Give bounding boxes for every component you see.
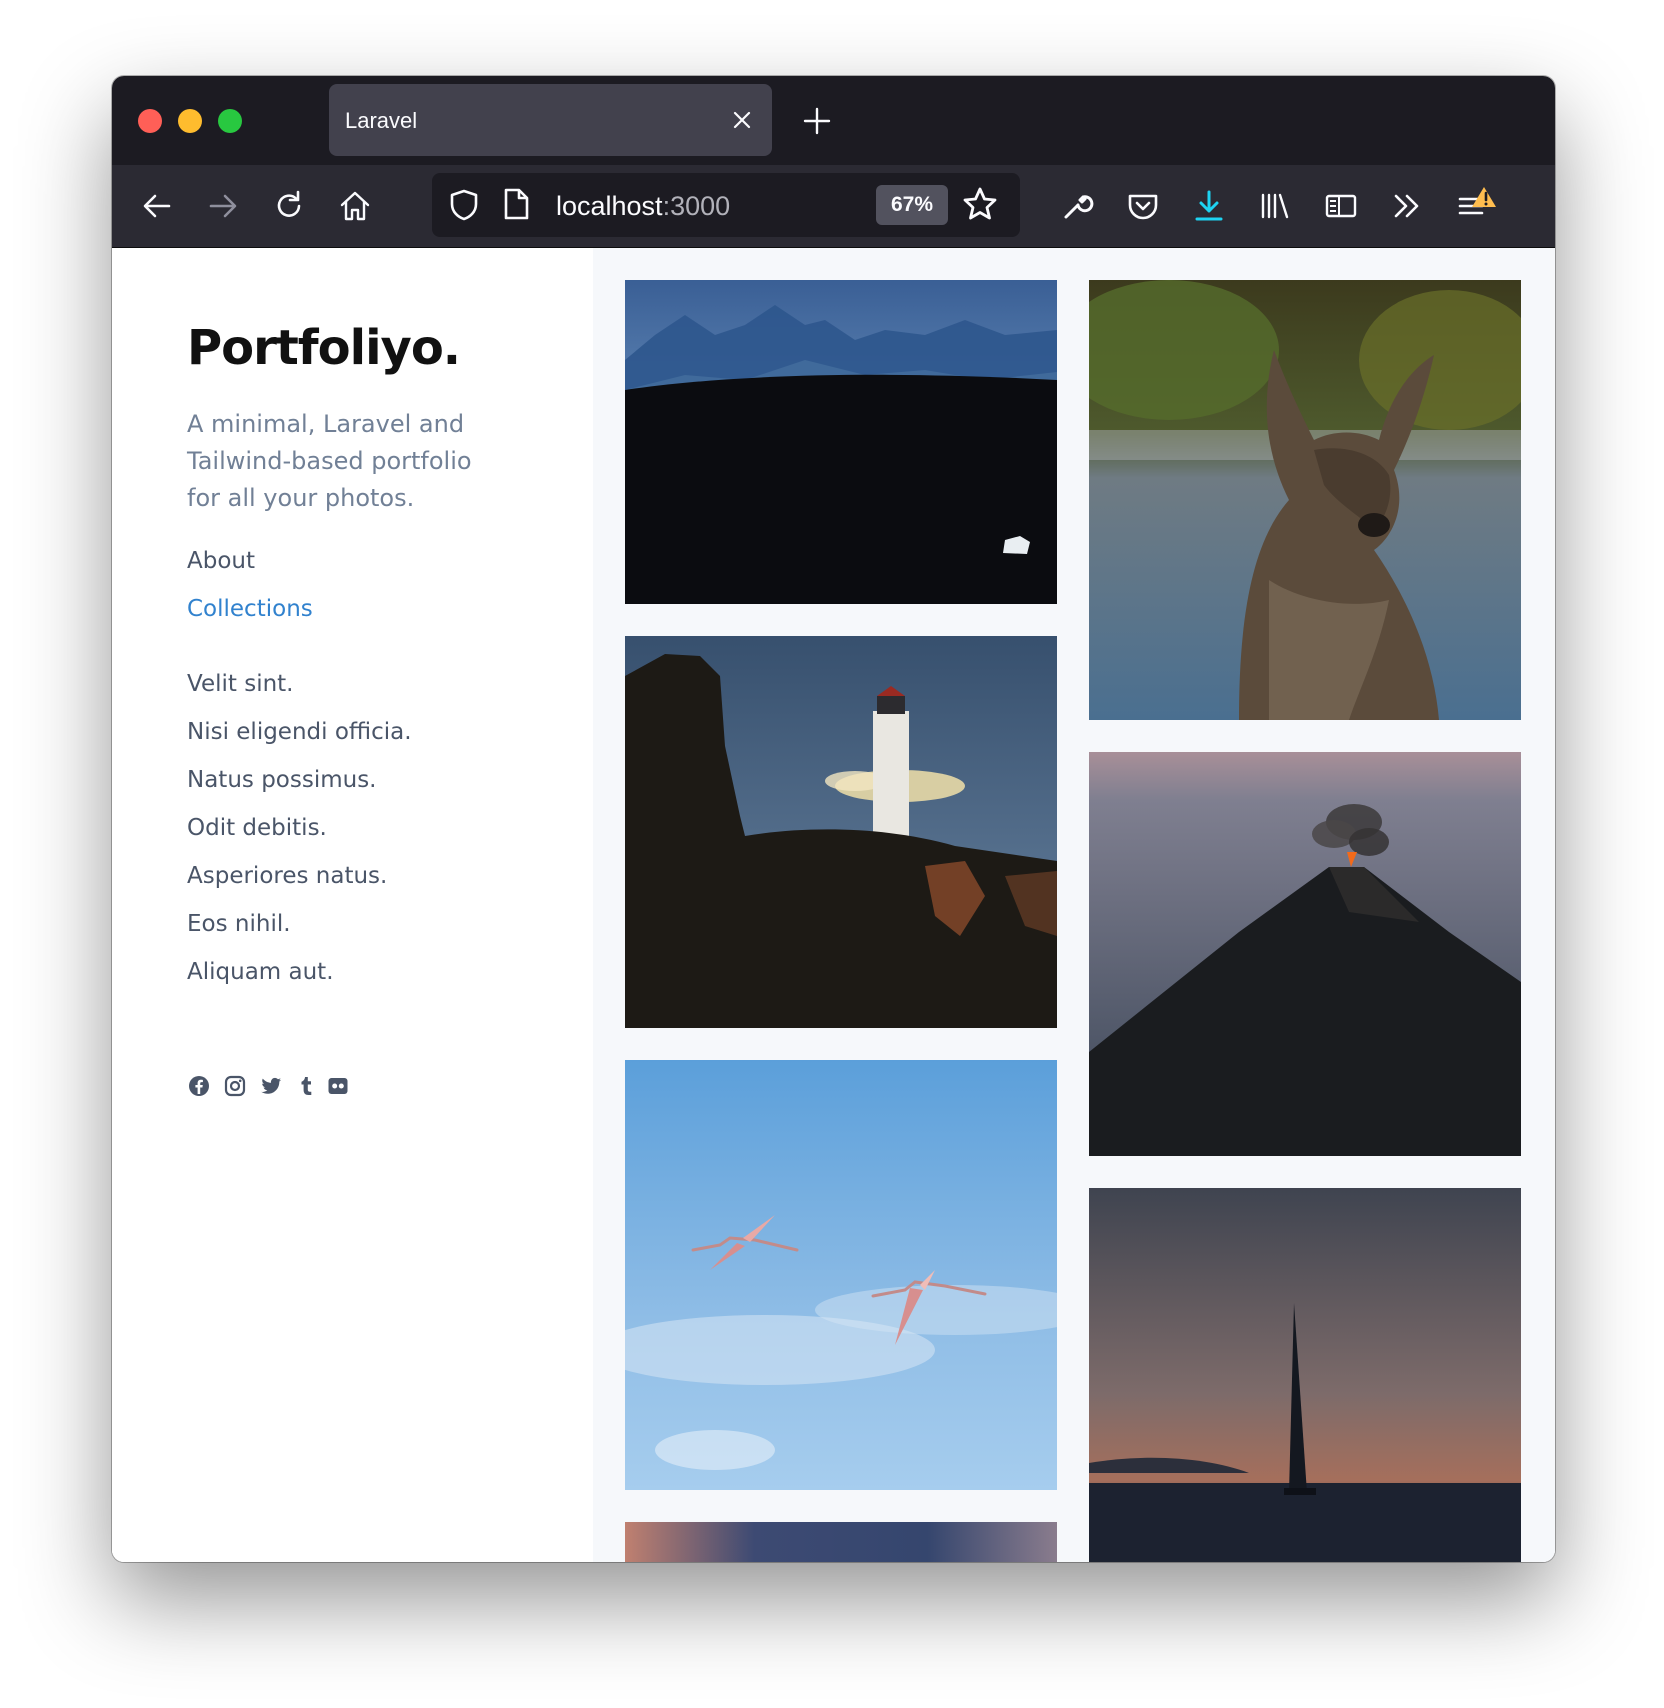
reload-icon[interactable] [270, 187, 308, 225]
instagram-icon[interactable] [223, 1074, 247, 1098]
tab-strip: Laravel [112, 76, 1555, 165]
photo-tile[interactable] [1089, 280, 1521, 720]
url-port: :3000 [662, 191, 731, 221]
collection-link[interactable]: Odit debitis. [187, 815, 327, 841]
site-tagline: A minimal, Laravel and Tailwind-based po… [187, 410, 472, 512]
bookmark-star-icon[interactable] [962, 186, 998, 222]
close-window-button[interactable] [138, 109, 162, 133]
tab-laravel[interactable]: Laravel [329, 84, 772, 156]
collection-link[interactable]: Natus possimus. [187, 767, 377, 793]
browser-window: Laravel localhost:3000 67% Portfoliyo. A… [112, 76, 1555, 1562]
url-text[interactable]: localhost:3000 [556, 191, 730, 222]
url-host: localhost [556, 191, 663, 221]
site-logo[interactable]: Portfoliyo. [187, 320, 461, 376]
forward-arrow-icon[interactable] [204, 187, 242, 225]
home-icon[interactable] [336, 187, 374, 225]
navigation-toolbar: localhost:3000 67% [112, 165, 1555, 248]
url-bar[interactable]: localhost:3000 67% [432, 173, 1020, 237]
photo-tile[interactable] [625, 1522, 1057, 1562]
photo-tile[interactable] [625, 636, 1057, 1028]
collection-link[interactable]: Velit sint. [187, 671, 294, 697]
nav-collections[interactable]: Collections [187, 596, 313, 622]
photo-tile[interactable] [1089, 752, 1521, 1156]
back-arrow-icon[interactable] [138, 187, 176, 225]
tumblr-icon[interactable] [294, 1074, 318, 1098]
twitter-icon[interactable] [259, 1074, 283, 1098]
menu-icon[interactable] [1454, 187, 1502, 225]
collection-link[interactable]: Aliquam aut. [187, 959, 334, 985]
photo-tile[interactable] [625, 1060, 1057, 1490]
flickr-icon[interactable] [326, 1074, 350, 1098]
library-icon[interactable] [1256, 187, 1294, 225]
tab-title: Laravel [345, 108, 418, 133]
collection-link[interactable]: Asperiores natus. [187, 863, 387, 889]
overflow-chevrons-icon[interactable] [1388, 187, 1426, 225]
nav-about[interactable]: About [187, 548, 255, 574]
close-tab-icon[interactable] [730, 108, 754, 132]
collection-link[interactable]: Nisi eligendi officia. [187, 719, 412, 745]
page-icon[interactable] [502, 187, 530, 221]
sidebar-toggle-icon[interactable] [1322, 187, 1360, 225]
facebook-icon[interactable] [187, 1074, 211, 1098]
maximize-window-button[interactable] [218, 109, 242, 133]
wrench-icon[interactable] [1058, 187, 1096, 225]
zoom-level-button[interactable]: 67% [876, 185, 948, 225]
photo-gallery [593, 248, 1555, 1562]
shield-icon[interactable] [448, 188, 480, 222]
photo-tile[interactable] [1089, 1188, 1521, 1562]
minimize-window-button[interactable] [178, 109, 202, 133]
sidebar: Portfoliyo. A minimal, Laravel and Tailw… [112, 248, 593, 1562]
download-icon[interactable] [1190, 187, 1228, 225]
photo-tile[interactable] [625, 280, 1057, 604]
new-tab-icon[interactable] [802, 106, 832, 136]
collection-link[interactable]: Eos nihil. [187, 911, 291, 937]
page-content: Portfoliyo. A minimal, Laravel and Tailw… [112, 248, 1555, 1562]
pocket-icon[interactable] [1124, 187, 1162, 225]
